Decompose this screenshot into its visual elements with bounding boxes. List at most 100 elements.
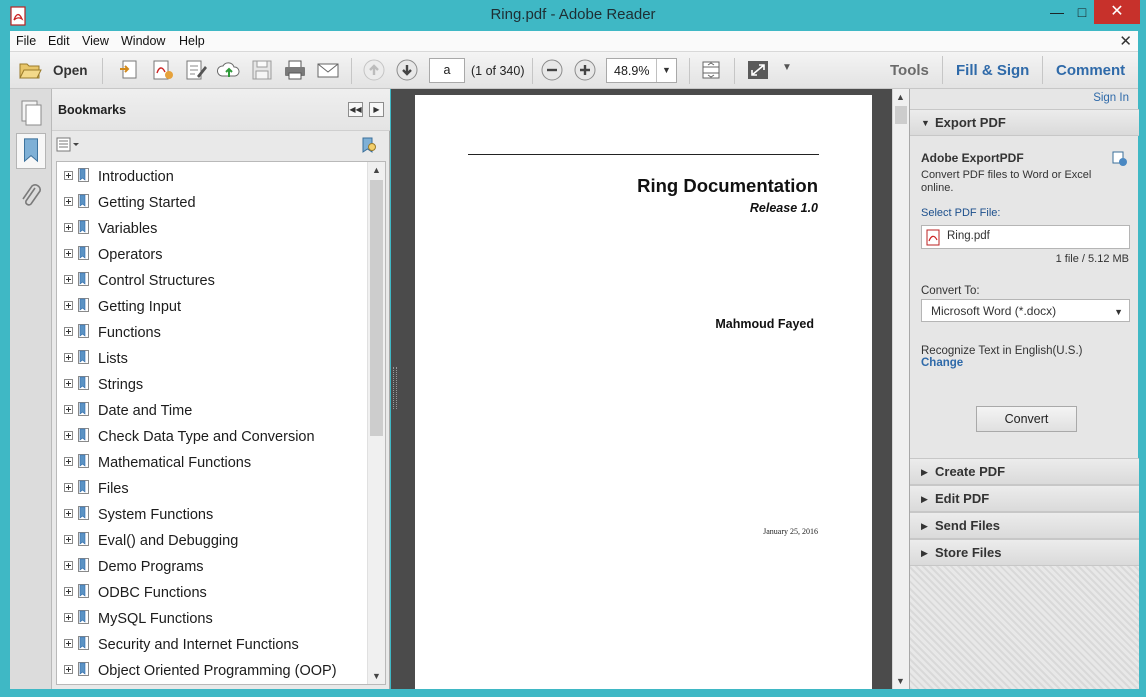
zoom-out-icon[interactable] [540, 59, 564, 81]
minimize-button[interactable]: — [1043, 0, 1071, 24]
maximize-button[interactable]: □ [1068, 0, 1096, 24]
change-language-link[interactable]: Change [921, 357, 963, 369]
comment-tab[interactable]: Comment [1056, 62, 1125, 79]
open-button[interactable]: Open [53, 63, 88, 78]
bookmarks-scroll-thumb[interactable] [370, 180, 383, 436]
toolbar-options-icon[interactable]: ▼ [782, 62, 806, 84]
bookmark-item[interactable]: Security and Internet Functions [57, 632, 367, 658]
zoom-select[interactable]: 48.9% ▼ [606, 58, 677, 83]
attachments-icon[interactable] [16, 179, 46, 215]
page-number-input[interactable]: a [429, 58, 465, 83]
expand-panel-icon[interactable]: ▶ [369, 102, 384, 117]
expand-icon[interactable] [64, 587, 73, 596]
bookmark-item[interactable]: Demo Programs [57, 554, 367, 580]
bookmark-item[interactable]: Date and Time [57, 398, 367, 424]
email-icon[interactable] [316, 59, 340, 81]
expand-icon[interactable] [64, 613, 73, 622]
scroll-down-icon[interactable]: ▼ [372, 671, 381, 681]
scroll-down-icon[interactable]: ▼ [896, 676, 905, 686]
expand-icon[interactable] [64, 171, 73, 180]
export-info-icon[interactable] [1112, 151, 1128, 167]
convert-button[interactable]: Convert [976, 406, 1077, 432]
scroll-up-icon[interactable]: ▲ [372, 165, 381, 175]
bookmark-item[interactable]: Strings [57, 372, 367, 398]
bookmark-item[interactable]: Files [57, 476, 367, 502]
send-files-section-header[interactable]: ▶ Send Files [910, 512, 1139, 539]
chevron-down-icon[interactable]: ▼ [1114, 307, 1123, 317]
close-document-button[interactable]: ✕ [1119, 32, 1132, 50]
previous-page-icon[interactable] [362, 59, 386, 81]
menu-help[interactable]: Help [179, 34, 205, 48]
menu-edit[interactable]: Edit [48, 34, 70, 48]
menu-window[interactable]: Window [121, 34, 165, 48]
bookmark-item[interactable]: Object Oriented Programming (OOP) [57, 658, 367, 684]
expand-icon[interactable] [64, 301, 73, 310]
next-page-icon[interactable] [395, 59, 419, 81]
bookmark-item[interactable]: Eval() and Debugging [57, 528, 367, 554]
save-icon[interactable] [250, 59, 274, 81]
expand-icon[interactable] [64, 327, 73, 336]
menu-view[interactable]: View [82, 34, 109, 48]
full-screen-icon[interactable] [746, 59, 770, 81]
bookmark-item[interactable]: ODBC Functions [57, 580, 367, 606]
close-window-button[interactable]: ✕ [1094, 0, 1140, 24]
edit-pdf-icon[interactable] [151, 59, 175, 81]
tools-tab[interactable]: Tools [890, 62, 929, 79]
bookmark-item[interactable]: Check Data Type and Conversion [57, 424, 367, 450]
bookmark-item[interactable]: Variables [57, 216, 367, 242]
collapse-panel-icon[interactable]: ◀◀ [348, 102, 363, 117]
expand-icon[interactable] [64, 561, 73, 570]
bookmark-options-icon[interactable] [56, 137, 80, 153]
create-pdf-icon[interactable] [118, 59, 142, 81]
document-scrollbar[interactable]: ▲ ▼ [892, 89, 909, 689]
bookmarks-icon[interactable] [16, 133, 46, 169]
edit-pdf-section-header[interactable]: ▶ Edit PDF [910, 485, 1139, 512]
expand-icon[interactable] [64, 665, 73, 674]
fill-sign-tab[interactable]: Fill & Sign [956, 62, 1029, 79]
bookmark-item[interactable]: System Functions [57, 502, 367, 528]
document-scroll-thumb[interactable] [895, 106, 907, 124]
pane-splitter[interactable] [393, 367, 397, 409]
bookmark-item[interactable]: Functions [57, 320, 367, 346]
expand-icon[interactable] [64, 275, 73, 284]
expand-icon[interactable] [64, 405, 73, 414]
expand-icon[interactable] [64, 639, 73, 648]
selected-file-field[interactable]: Ring.pdf [921, 225, 1130, 249]
convert-to-select[interactable]: Microsoft Word (*.docx) ▼ [921, 299, 1130, 322]
bookmarks-scrollbar[interactable]: ▲ ▼ [367, 162, 385, 684]
create-pdf-section-header[interactable]: ▶ Create PDF [910, 458, 1139, 485]
expand-icon[interactable] [64, 509, 73, 518]
document-view[interactable]: Ring Documentation Release 1.0 Mahmoud F… [391, 89, 892, 689]
zoom-in-icon[interactable] [573, 59, 597, 81]
chevron-down-icon[interactable]: ▼ [656, 59, 676, 82]
page-thumbnails-icon[interactable] [16, 95, 46, 131]
expand-icon[interactable] [64, 353, 73, 362]
open-folder-icon[interactable] [18, 59, 42, 81]
bookmark-item[interactable]: Control Structures [57, 268, 367, 294]
expand-icon[interactable] [64, 223, 73, 232]
sign-in-link[interactable]: Sign In [1093, 92, 1129, 104]
expand-icon[interactable] [64, 535, 73, 544]
store-files-section-header[interactable]: ▶ Store Files [910, 539, 1139, 566]
expand-icon[interactable] [64, 379, 73, 388]
bookmark-item[interactable]: Lists [57, 346, 367, 372]
bookmark-item[interactable]: Introduction [57, 164, 367, 190]
expand-icon[interactable] [64, 249, 73, 258]
upload-cloud-icon[interactable] [217, 59, 241, 81]
fit-page-icon[interactable] [699, 59, 723, 81]
menu-file[interactable]: File [16, 34, 36, 48]
export-pdf-section-header[interactable]: ▼ Export PDF [910, 109, 1139, 136]
expand-icon[interactable] [64, 431, 73, 440]
scroll-up-icon[interactable]: ▲ [896, 92, 905, 102]
bookmark-item[interactable]: Getting Started [57, 190, 367, 216]
fill-form-icon[interactable] [184, 59, 208, 81]
bookmark-item[interactable]: MySQL Functions [57, 606, 367, 632]
bookmark-item[interactable]: Operators [57, 242, 367, 268]
find-bookmark-icon[interactable] [359, 136, 379, 154]
bookmark-item[interactable]: Mathematical Functions [57, 450, 367, 476]
expand-icon[interactable] [64, 457, 73, 466]
expand-icon[interactable] [64, 197, 73, 206]
print-icon[interactable] [283, 59, 307, 81]
expand-icon[interactable] [64, 483, 73, 492]
bookmark-item[interactable]: Getting Input [57, 294, 367, 320]
